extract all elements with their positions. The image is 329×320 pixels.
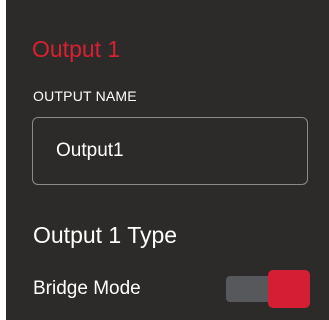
output-type-heading: Output 1 Type — [33, 222, 178, 248]
bridge-mode-label: Bridge Mode — [33, 278, 141, 299]
bridge-mode-toggle[interactable] — [226, 270, 310, 308]
output-name-input[interactable] — [32, 117, 308, 185]
output-name-label: OUTPUT NAME — [33, 88, 137, 104]
toggle-knob — [268, 270, 310, 308]
output-settings-panel: Output 1 OUTPUT NAME Output 1 Type Bridg… — [6, 0, 329, 320]
output-title: Output 1 — [32, 36, 121, 62]
